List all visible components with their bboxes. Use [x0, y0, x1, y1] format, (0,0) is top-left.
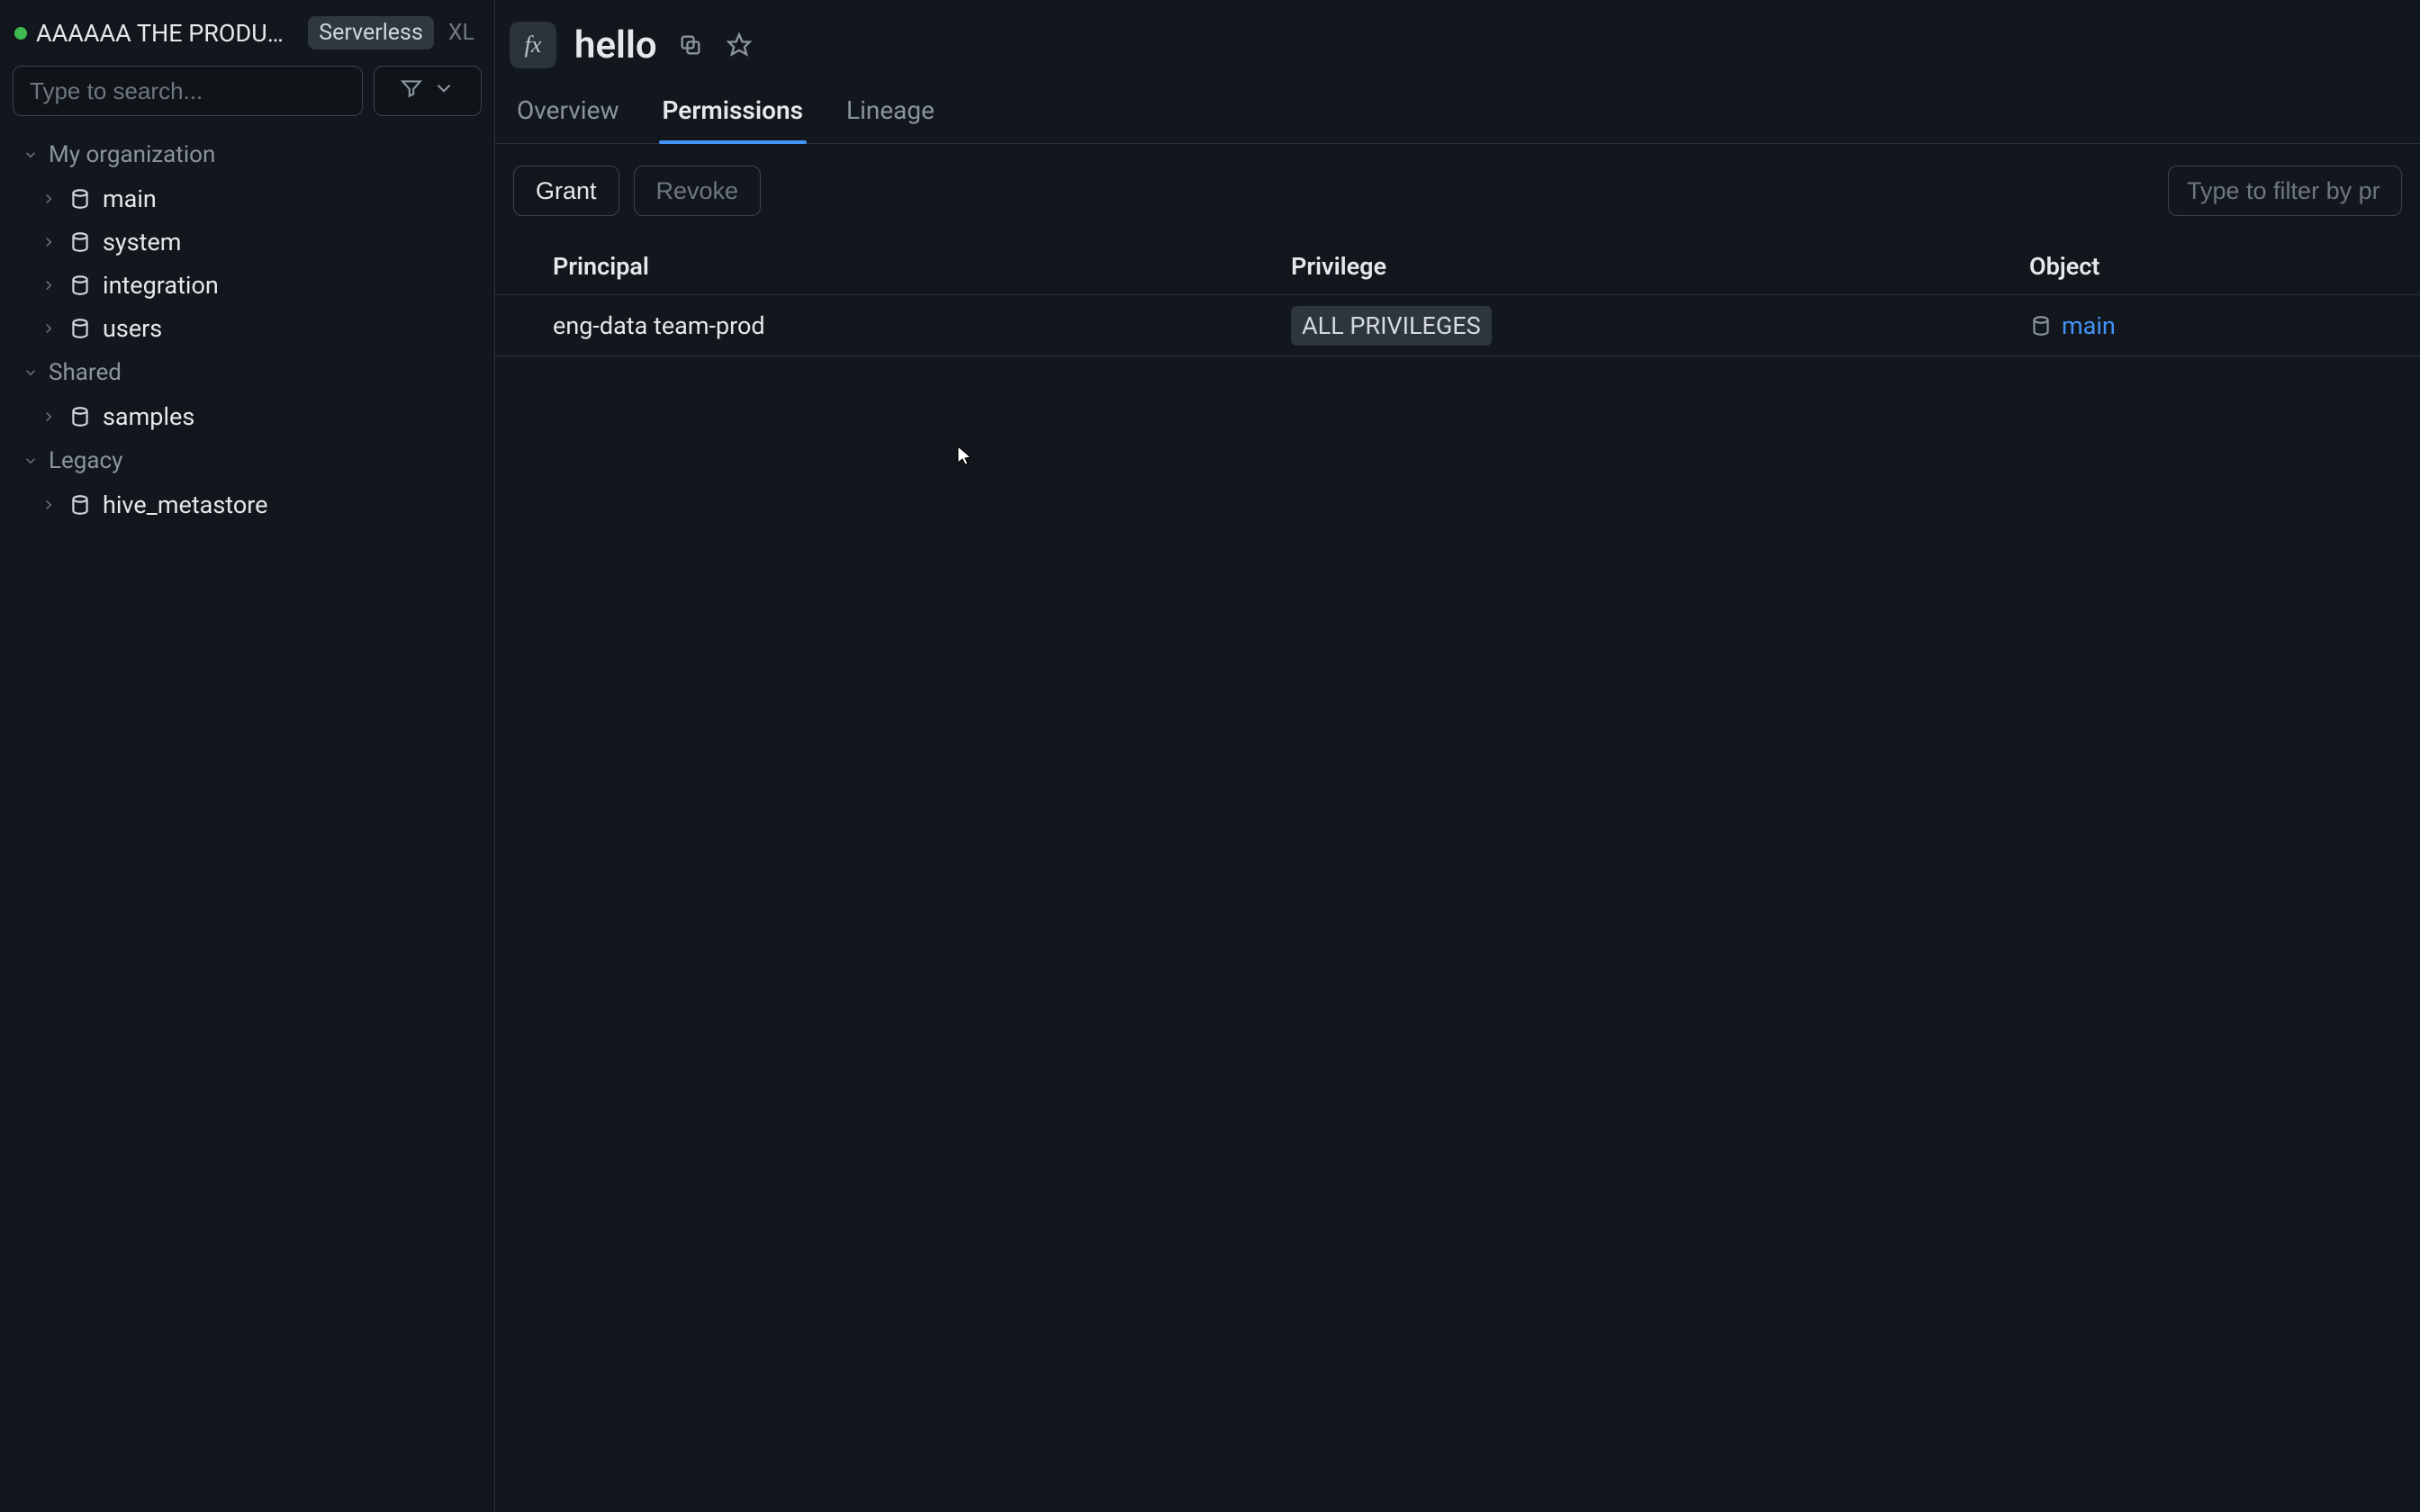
chevron-down-icon — [22, 147, 40, 163]
tab-permissions[interactable]: Permissions — [659, 83, 807, 143]
compute-chip[interactable]: Serverless — [308, 16, 434, 50]
tree-item-integration[interactable]: integration — [7, 264, 487, 307]
permissions-table: Principal Privilege Object eng-data team… — [495, 238, 2420, 356]
chevron-down-icon — [432, 76, 456, 106]
catalog-icon — [68, 317, 92, 340]
permissions-toolbar: Grant Revoke — [495, 144, 2420, 238]
chevron-right-icon — [40, 409, 58, 425]
object-link[interactable]: main — [2062, 311, 2116, 340]
chevron-down-icon — [22, 453, 40, 469]
size-chip: XL — [443, 20, 480, 46]
catalog-icon — [68, 187, 92, 211]
tree-section-legacy[interactable]: Legacy — [7, 438, 487, 483]
table-header: Principal Privilege Object — [495, 238, 2420, 295]
tree-item-system[interactable]: system — [7, 220, 487, 264]
chevron-down-icon — [22, 364, 40, 381]
catalog-icon — [2029, 314, 2053, 338]
star-icon[interactable] — [724, 30, 754, 60]
chevron-right-icon — [40, 191, 58, 207]
filter-principal-input[interactable] — [2168, 166, 2402, 216]
col-privilege[interactable]: Privilege — [1291, 252, 2029, 281]
tree-item-label: hive_metastore — [103, 490, 267, 519]
tree-item-users[interactable]: users — [7, 307, 487, 350]
sidebar: AAAAAA THE PRODU… Serverless XL My organ… — [0, 0, 495, 1512]
status-dot-icon — [14, 27, 27, 40]
tree-item-samples[interactable]: samples — [7, 395, 487, 438]
catalog-tree: My organization main system integration — [0, 132, 494, 526]
cell-principal: eng-data team-prod — [553, 311, 1291, 340]
copy-icon[interactable] — [675, 30, 706, 60]
catalog-icon — [68, 230, 92, 254]
cell-privilege: ALL PRIVILEGES — [1291, 306, 2029, 346]
tab-overview[interactable]: Overview — [513, 83, 623, 143]
tree-section-shared[interactable]: Shared — [7, 350, 487, 395]
tab-lineage[interactable]: Lineage — [843, 83, 938, 143]
page-title: hello — [574, 23, 657, 68]
tree-item-label: system — [103, 228, 181, 256]
privilege-badge: ALL PRIVILEGES — [1291, 306, 1492, 346]
tree-section-label: Shared — [49, 359, 122, 386]
catalog-icon — [68, 493, 92, 517]
grant-button[interactable]: Grant — [513, 166, 619, 216]
tree-item-label: integration — [103, 271, 219, 300]
cell-object: main — [2029, 311, 2402, 340]
tree-item-label: main — [103, 184, 157, 213]
tree-item-hive-metastore[interactable]: hive_metastore — [7, 483, 487, 526]
main-content: fx hello Overview Permissions Lineage Gr… — [495, 0, 2420, 1512]
titlebar: fx hello — [495, 0, 2420, 83]
function-icon: fx — [510, 22, 556, 68]
revoke-button[interactable]: Revoke — [634, 166, 762, 216]
chevron-right-icon — [40, 320, 58, 337]
table-row[interactable]: eng-data team-prod ALL PRIVILEGES main — [495, 295, 2420, 356]
chevron-right-icon — [40, 234, 58, 250]
chevron-right-icon — [40, 497, 58, 513]
filter-button[interactable] — [374, 66, 482, 116]
search-input[interactable] — [13, 66, 363, 116]
tree-section-my-organization[interactable]: My organization — [7, 132, 487, 177]
tree-item-label: users — [103, 314, 162, 343]
col-principal[interactable]: Principal — [553, 252, 1291, 281]
sidebar-header: AAAAAA THE PRODU… Serverless XL — [0, 9, 494, 62]
tree-section-label: Legacy — [49, 447, 122, 474]
funnel-icon — [400, 76, 423, 106]
tree-section-label: My organization — [49, 141, 215, 168]
tree-item-label: samples — [103, 402, 194, 431]
col-object[interactable]: Object — [2029, 252, 2402, 281]
catalog-icon — [68, 405, 92, 428]
tree-item-main[interactable]: main — [7, 177, 487, 220]
catalog-icon — [68, 274, 92, 297]
chevron-right-icon — [40, 277, 58, 293]
workspace-name[interactable]: AAAAAA THE PRODU… — [36, 19, 299, 48]
tabs: Overview Permissions Lineage — [495, 83, 2420, 144]
